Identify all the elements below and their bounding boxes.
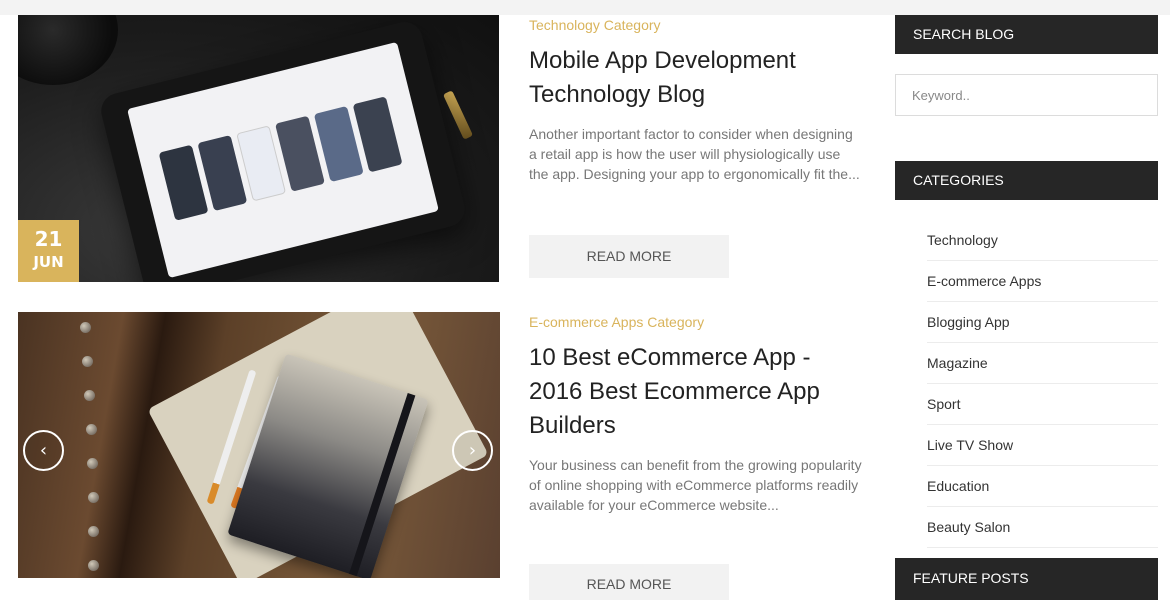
category-item[interactable]: Live TV Show	[927, 425, 1158, 466]
post-title[interactable]: Mobile App Development Technology Blog	[529, 44, 869, 112]
post-excerpt: Your business can benefit from the growi…	[529, 457, 862, 513]
search-input[interactable]	[895, 74, 1158, 116]
category-item[interactable]: Technology	[927, 220, 1158, 261]
date-badge: 21 JUN	[18, 220, 79, 282]
top-bar	[0, 0, 1170, 15]
read-more-button[interactable]: READ MORE	[529, 235, 729, 278]
featured-posts-widget-title: FEATURE POSTS	[895, 558, 1158, 600]
carousel-next-button[interactable]: ›	[452, 430, 493, 471]
chair-studs-illustration	[80, 322, 100, 578]
chevron-left-icon: ‹	[39, 440, 48, 461]
post-2-content: E-commerce Apps Category 10 Best eCommer…	[529, 314, 869, 515]
search-widget-title: SEARCH BLOG	[895, 15, 1158, 54]
pin-illustration	[442, 90, 474, 140]
tablet-illustration	[97, 18, 469, 282]
category-item[interactable]: Sport	[927, 384, 1158, 425]
post-image-notebook[interactable]	[18, 312, 500, 578]
post-title[interactable]: 10 Best eCommerce App - 2016 Best Ecomme…	[529, 341, 869, 443]
post-category[interactable]: E-commerce Apps Category	[529, 314, 869, 331]
post-1-content: Technology Category Mobile App Developme…	[529, 17, 869, 184]
category-item[interactable]: Magazine	[927, 343, 1158, 384]
headphones-illustration	[18, 15, 118, 85]
category-item[interactable]: Blogging App	[927, 302, 1158, 343]
post-category[interactable]: Technology Category	[529, 17, 869, 34]
category-item[interactable]: Education	[927, 466, 1158, 507]
carousel-prev-button[interactable]: ‹	[23, 430, 64, 471]
date-month: JUN	[33, 253, 64, 271]
chevron-right-icon: ›	[468, 440, 477, 461]
read-more-button[interactable]: READ MORE	[529, 564, 729, 600]
category-item[interactable]: Beauty Salon	[927, 507, 1158, 548]
categories-widget-title: CATEGORIES	[895, 161, 1158, 200]
post-excerpt: Another important factor to consider whe…	[529, 126, 860, 182]
date-day: 21	[34, 227, 63, 251]
post-image-tablet[interactable]	[18, 15, 499, 282]
category-list: Technology E-commerce Apps Blogging App …	[927, 220, 1158, 548]
category-item[interactable]: E-commerce Apps	[927, 261, 1158, 302]
